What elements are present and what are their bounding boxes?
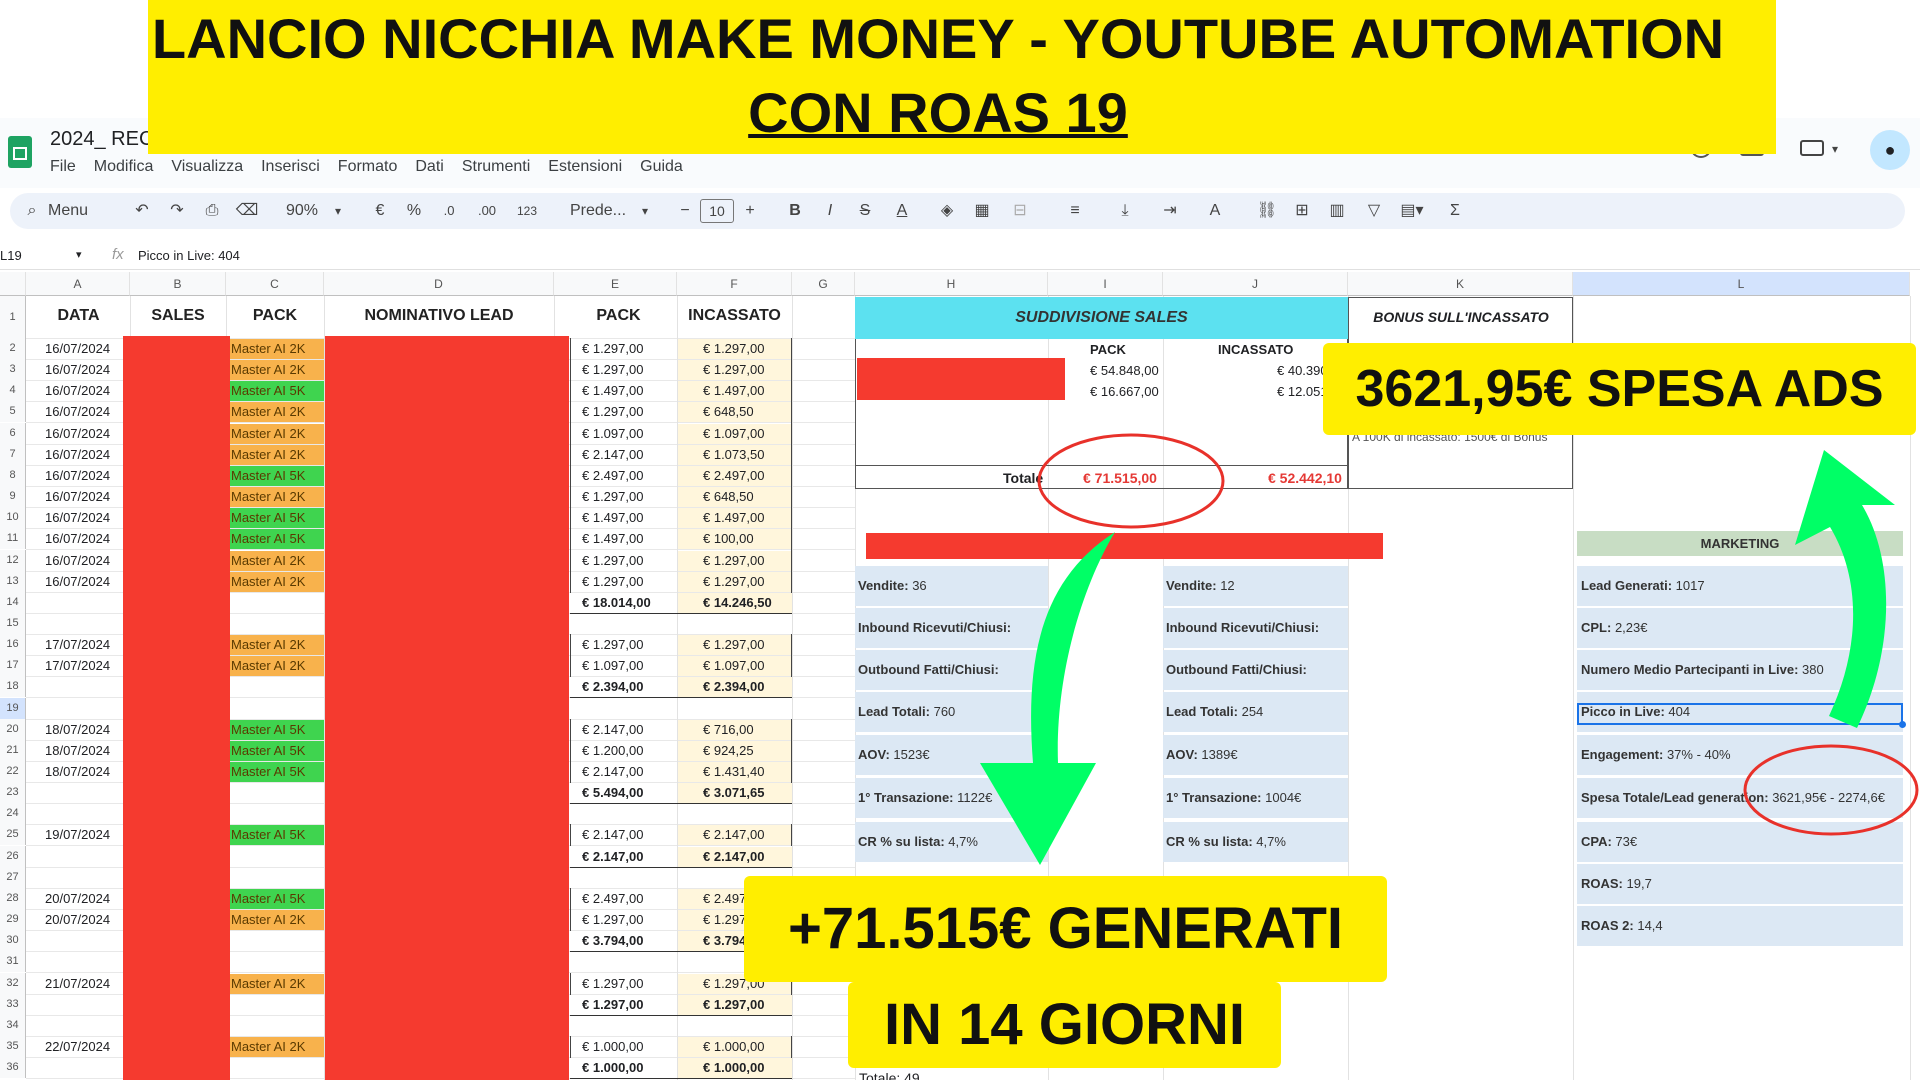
ads-spend-callout: 3621,95€ SPESA ADS [1323,343,1916,435]
generated-callout-line2: IN 14 GIORNI [884,992,1245,1057]
generated-callout-line1: +71.515€ GENERATI [787,896,1344,961]
highlight-circle-total [1037,433,1225,529]
arrow-down-icon [980,532,1115,865]
highlight-circle-spend [1743,744,1919,836]
arrow-up-icon [1795,450,1895,728]
